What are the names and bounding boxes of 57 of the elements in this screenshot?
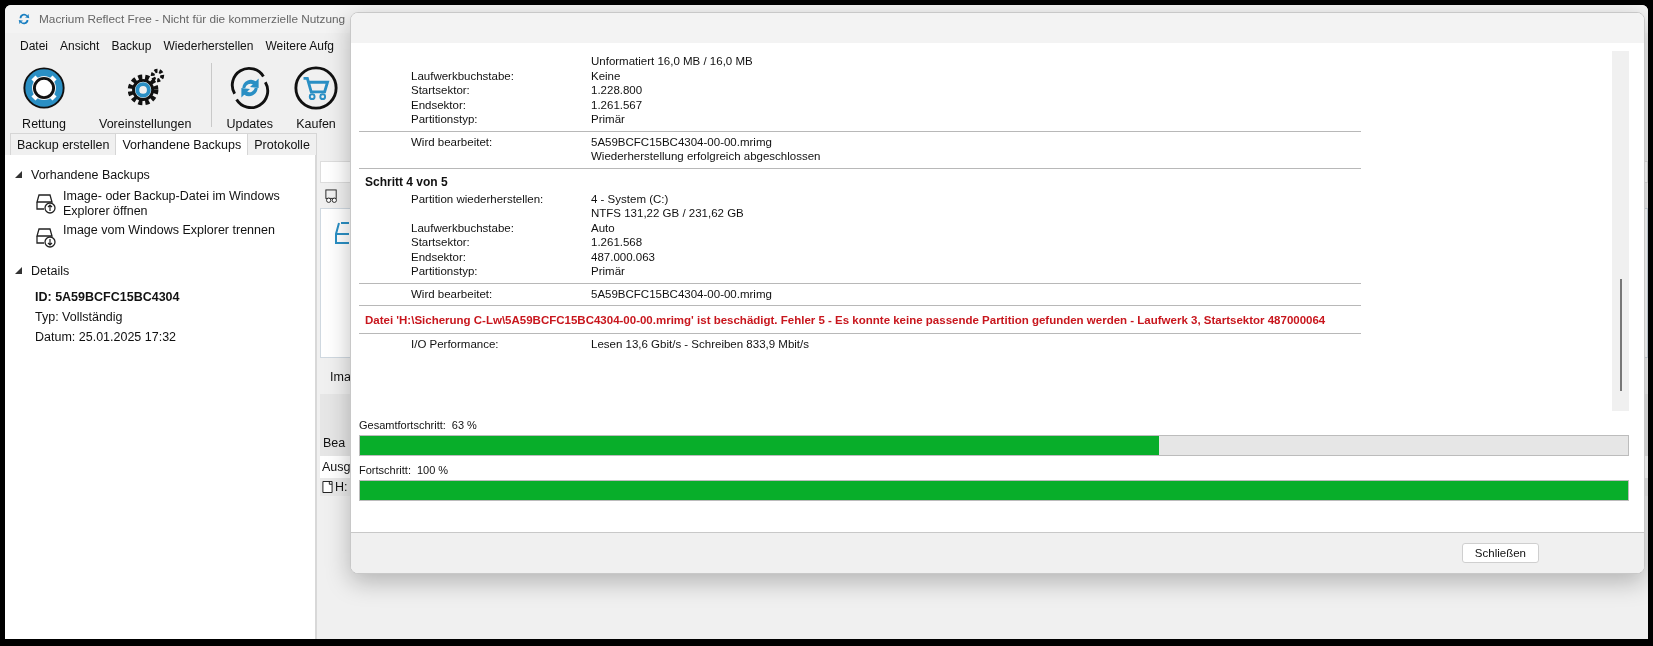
- menu-item[interactable]: Ansicht: [55, 37, 105, 55]
- menu-item[interactable]: Weitere Aufg: [260, 37, 339, 55]
- settings-button[interactable]: Voreinstellungen: [77, 63, 208, 131]
- image-label: Ima: [330, 370, 352, 384]
- field-label: Endsektor:: [411, 250, 466, 263]
- progress-label: Fortschritt:: [359, 464, 411, 476]
- field-label: Laufwerkbuchstabe:: [411, 69, 514, 82]
- action-link[interactable]: Image vom Windows Explorer trennen: [63, 223, 293, 238]
- table-cell: H:: [335, 480, 348, 494]
- error-message: Datei 'H:\Sicherung C-Lw\5A59BCFC15BC4304-00-00.mrimg' ist beschädigt. Fehler 5 - Es konnte keine passende Partition gefunden werden - Laufwerk 3, Startsektor 487000064: [359, 306, 1361, 334]
- field-label: Wird bearbeitet:: [411, 287, 493, 300]
- field-label: Partitionstyp:: [411, 113, 478, 125]
- column-label: Bea: [323, 436, 346, 450]
- field-label: Endsektor:: [411, 98, 466, 111]
- step-heading: Schritt 4 von 5: [364, 173, 449, 189]
- field-value: Keine: [591, 68, 621, 83]
- field-value: Wiederherstellung erfolgreich abgeschlossen: [591, 149, 821, 164]
- field-value: 5A59BCFC15BC4304-00-00.mrimg: [591, 134, 773, 149]
- progress-percent: 100 %: [416, 464, 449, 476]
- field-value: Lesen 13,6 Gbit/s - Schreiben 833,9 Mbit/s: [591, 337, 809, 352]
- tab[interactable]: Backup erstellen: [10, 133, 117, 155]
- menu-item[interactable]: Wiederherstellen: [158, 37, 259, 55]
- field-value: 1.228.800: [591, 83, 643, 98]
- field-label: Partition wiederherstellen:: [411, 192, 544, 205]
- field-value: Unformatiert 16,0 MB / 16,0 MB: [591, 54, 753, 69]
- field-value: Primär: [591, 264, 625, 279]
- progress-percent: 63 %: [451, 419, 477, 431]
- field-value: NTFS 131,22 GB / 231,62 GB: [591, 206, 744, 221]
- detail-text: Datum: 25.01.2025 17:32: [35, 329, 178, 346]
- detail-text: Typ: Vollständig: [35, 309, 124, 326]
- window-title: Macrium Reflect Free - Nicht für die kommerzielle Nutzung: [39, 12, 346, 26]
- section-heading[interactable]: Details: [31, 264, 70, 278]
- close-button[interactable]: Schließen: [1461, 543, 1539, 563]
- field-value: Primär: [591, 112, 625, 127]
- tab[interactable]: Vorhandene Backups: [115, 133, 249, 155]
- menu-item[interactable]: Backup: [106, 37, 157, 55]
- rescue-button[interactable]: Rettung: [11, 63, 77, 131]
- field-label: Wird bearbeitet:: [411, 135, 493, 148]
- action-link[interactable]: Image- oder Backup-Datei im Windows Explorer öffnen: [63, 189, 293, 219]
- section-heading[interactable]: Vorhandene Backups: [31, 168, 150, 182]
- field-label: I/O Performance:: [411, 338, 499, 350]
- detail-text: ID: 5A59BCFC15BC4304: [35, 289, 181, 306]
- field-value: 1.261.568: [591, 235, 643, 250]
- field-label: Partitionstyp:: [411, 265, 478, 277]
- field-label: Startsektor:: [411, 236, 470, 248]
- field-value: Auto: [591, 220, 615, 235]
- buy-button[interactable]: Kaufen: [283, 63, 349, 131]
- field-value: 5A59BCFC15BC4304-00-00.mrimg: [591, 286, 772, 301]
- update-button[interactable]: Updates: [216, 63, 283, 131]
- tab[interactable]: Protokolle: [247, 133, 317, 155]
- field-value: 487.000.063: [591, 249, 655, 264]
- field-value: 4 - System (C:): [591, 191, 670, 206]
- menu-item[interactable]: Datei: [15, 37, 53, 55]
- field-label: Laufwerkbuchstabe:: [411, 221, 514, 234]
- field-value: 1.261.567: [591, 97, 643, 112]
- field-label: Startsektor:: [411, 84, 470, 96]
- progress-label: Gesamtfortschritt:: [359, 419, 446, 431]
